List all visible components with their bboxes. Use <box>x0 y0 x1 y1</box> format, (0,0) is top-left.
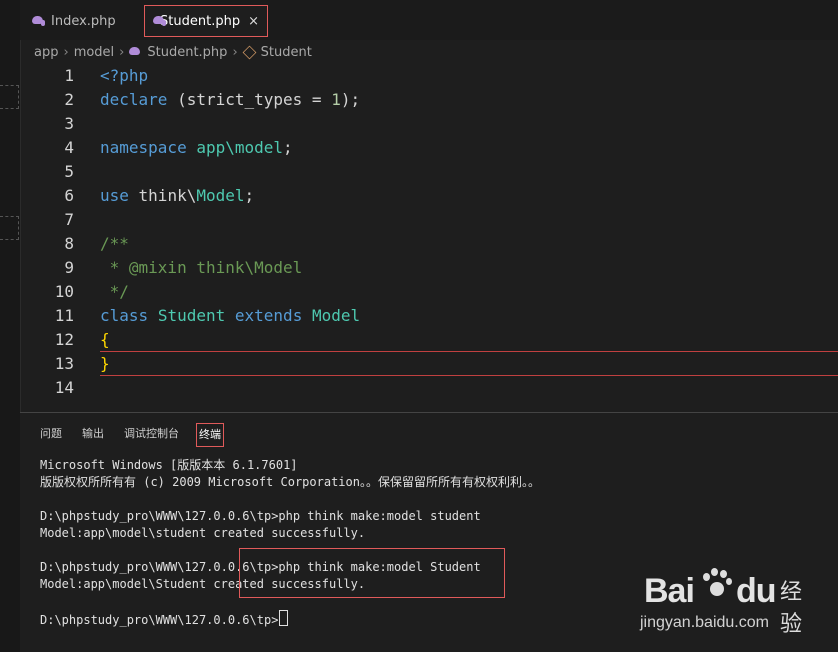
tab-debug-console[interactable]: 调试控制台 <box>122 423 181 445</box>
code-editor[interactable]: 1 <?php 2 declare (strict_types = 1); 3 … <box>20 64 838 412</box>
code-line: * @mixin think\Model <box>100 258 303 277</box>
php-icon <box>32 16 45 26</box>
breadcrumb-item[interactable]: Student <box>261 45 312 60</box>
tab-student-php[interactable]: Student.php × <box>144 5 268 37</box>
code-line: <?php <box>100 66 149 85</box>
paw-icon <box>698 566 734 602</box>
class-icon <box>242 45 257 59</box>
code-line: { <box>100 330 110 349</box>
line-number: 8 <box>64 234 74 253</box>
tab-terminal[interactable]: 终端 <box>196 423 224 447</box>
breadcrumb: app › model › Student.php › Student <box>20 40 838 64</box>
breadcrumb-item[interactable]: Student.php <box>147 45 227 60</box>
tab-output[interactable]: 输出 <box>80 423 106 445</box>
close-icon[interactable]: × <box>248 14 259 29</box>
tab-index-php[interactable]: Index.php <box>24 5 138 37</box>
line-number: 12 <box>54 330 74 349</box>
chevron-right-icon: › <box>232 44 238 60</box>
terminal-line: Microsoft Windows [版版本本 6.1.7601] <box>40 458 298 472</box>
php-icon <box>153 16 167 26</box>
activity-gutter <box>0 0 21 652</box>
terminal-line: D:\phpstudy_pro\WWW\127.0.0.6\tp>php thi… <box>40 509 481 523</box>
gutter-marker <box>0 85 19 109</box>
terminal-prompt[interactable]: D:\phpstudy_pro\WWW\127.0.0.6\tp> <box>40 610 289 627</box>
gutter-marker <box>0 216 19 240</box>
watermark-cn: 经验 <box>780 580 803 637</box>
code-line: */ <box>100 282 129 301</box>
code-line: declare (strict_types = 1); <box>100 90 361 109</box>
line-number: 5 <box>64 162 74 181</box>
line-number: 13 <box>54 354 74 373</box>
terminal-line: Model:app\model\student created successf… <box>40 526 366 540</box>
watermark-logo: Bai <box>644 572 695 610</box>
breadcrumb-item[interactable]: model <box>74 45 114 60</box>
tab-problems[interactable]: 问题 <box>38 423 64 445</box>
code-line: namespace app\model; <box>100 138 293 157</box>
code-line: /** <box>100 234 129 253</box>
line-number: 9 <box>64 258 74 277</box>
code-line: use think\Model; <box>100 186 255 205</box>
baidu-watermark: Bai du 经验 jingyan.baidu.com <box>640 560 820 640</box>
terminal-line: 版版权权所所有有 (c) 2009 Microsoft Corporation。… <box>40 475 540 489</box>
annotation-box <box>239 548 505 598</box>
line-number: 11 <box>54 306 74 325</box>
php-icon <box>129 47 142 57</box>
line-number: 3 <box>64 114 74 133</box>
line-number: 10 <box>54 282 74 301</box>
watermark-url: jingyan.baidu.com <box>640 614 769 631</box>
editor-tab-bar: Index.php Student.php × <box>20 0 838 40</box>
line-number: 6 <box>64 186 74 205</box>
line-number: 1 <box>64 66 74 85</box>
line-number: 7 <box>64 210 74 229</box>
terminal-cursor <box>279 610 289 626</box>
line-number: 4 <box>64 138 74 157</box>
tab-label: Student.php <box>160 13 241 29</box>
tab-label: Index.php <box>51 13 116 29</box>
watermark-logo-suffix: du <box>736 572 777 610</box>
current-line-highlight <box>100 351 838 376</box>
code-line: class Student extends Model <box>100 306 361 325</box>
chevron-right-icon: › <box>119 44 125 60</box>
line-number: 14 <box>54 378 74 397</box>
line-number: 2 <box>64 90 74 109</box>
breadcrumb-item[interactable]: app <box>34 45 58 60</box>
chevron-right-icon: › <box>63 44 69 60</box>
